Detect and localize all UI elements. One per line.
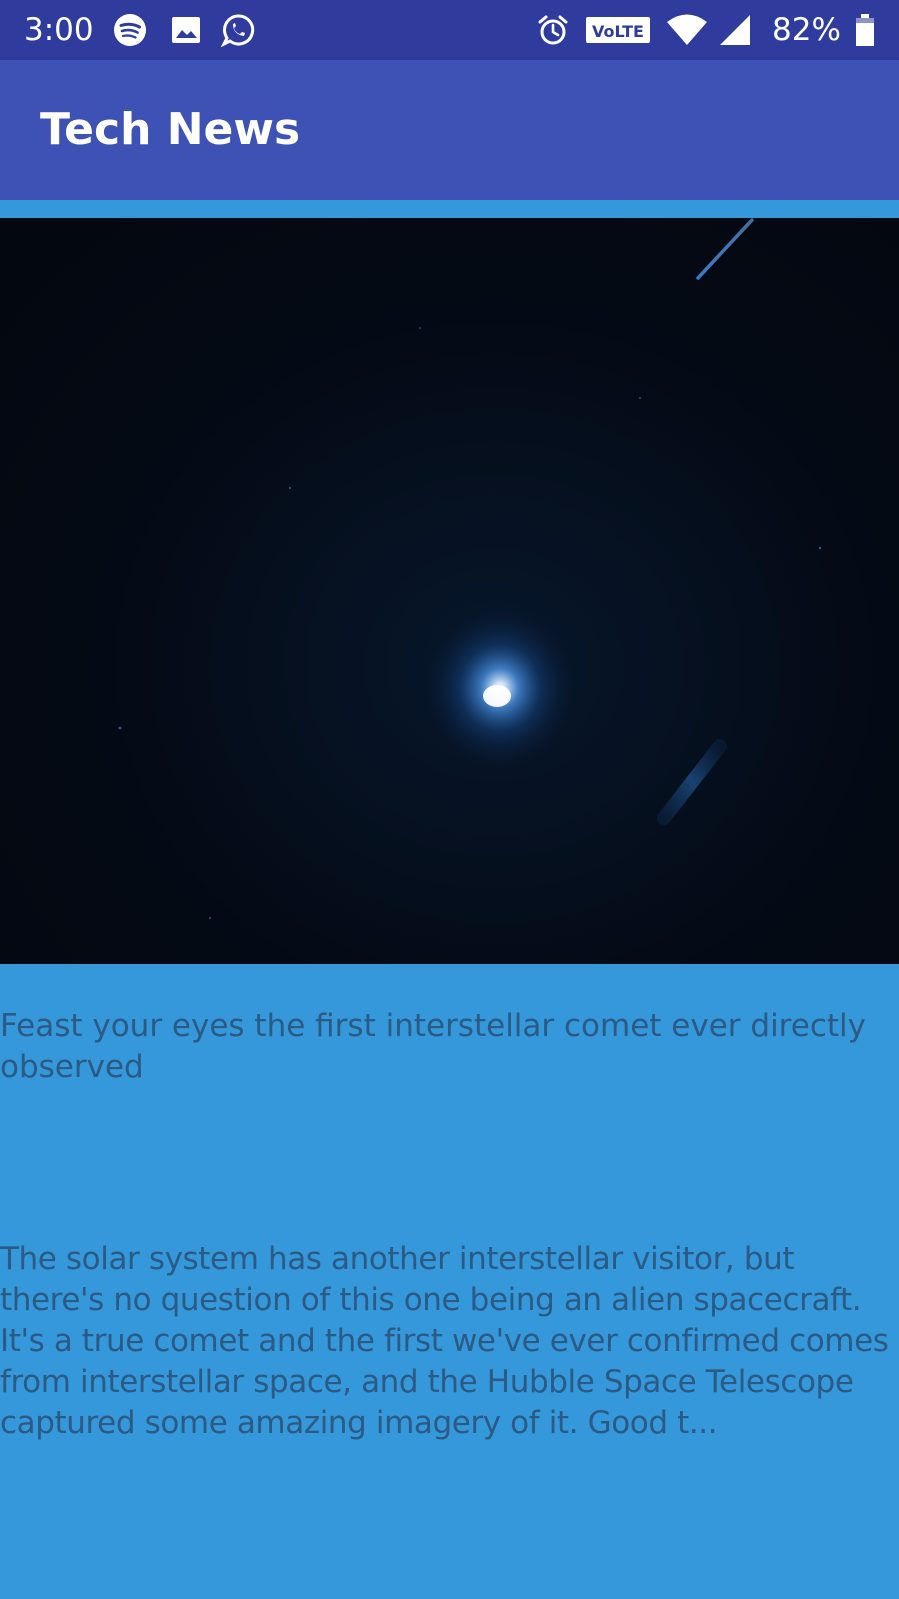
comet-nucleus (483, 685, 511, 707)
volte-icon: VoLTE (586, 17, 650, 43)
star-streak-blur (657, 739, 727, 825)
battery-icon (856, 14, 874, 46)
spotify-icon (114, 14, 146, 46)
article-summary[interactable]: The solar system has another interstella… (0, 1239, 899, 1444)
whatsapp-icon (221, 14, 255, 47)
article-card[interactable]: Feast your eyes the first interstellar c… (0, 200, 899, 1599)
comet-photo (118, 218, 822, 920)
star-streak-top (696, 218, 754, 280)
app-bar: Tech News (0, 60, 899, 200)
battery-percent: 82% (772, 12, 841, 48)
status-bar: 3:00 VoLTE 82% (0, 0, 899, 60)
cell-signal-icon (720, 15, 750, 45)
article-image[interactable] (0, 218, 899, 964)
gallery-icon (172, 17, 200, 43)
volte-label: VoLTE (592, 22, 644, 41)
alarm-icon (538, 15, 568, 45)
app-title: Tech News (40, 104, 301, 155)
status-time: 3:00 (24, 12, 94, 48)
wifi-icon (667, 14, 707, 45)
article-headline[interactable]: Feast your eyes the first interstellar c… (0, 1006, 895, 1088)
